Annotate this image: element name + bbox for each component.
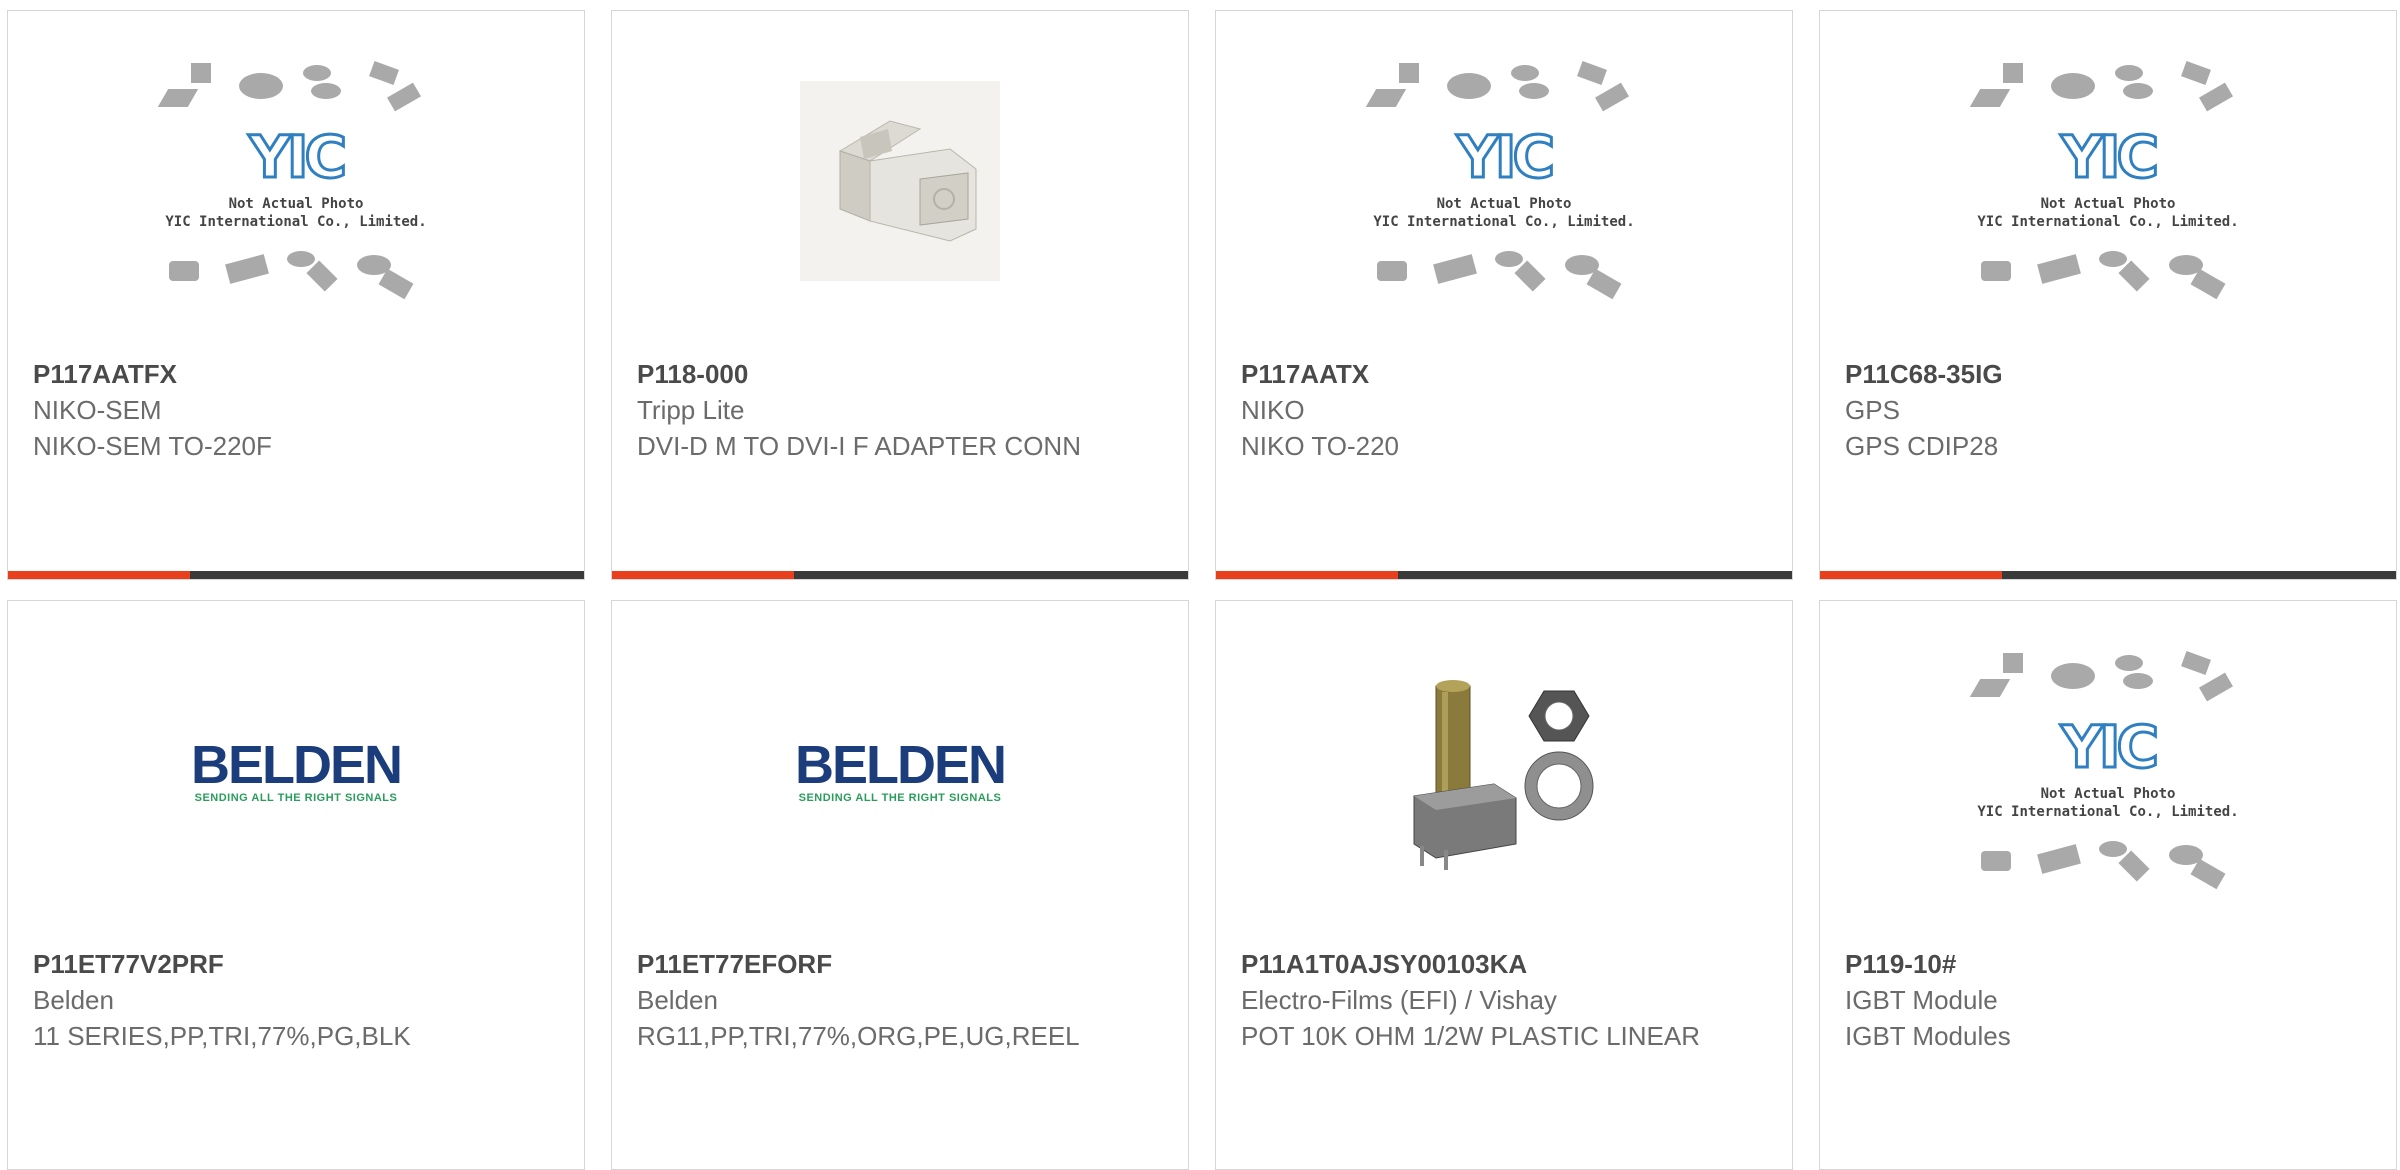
description: GPS CDIP28	[1845, 431, 1999, 461]
card-accent-bar	[612, 571, 1188, 579]
manufacturer: IGBT Module	[1845, 985, 1998, 1015]
yic-placeholder-image: YIC Not Actual Photo YIC International C…	[1969, 61, 2243, 301]
placeholder-caption: Not Actual Photo	[2040, 196, 2176, 212]
yic-placeholder-image: YIC Not Actual Photo YIC International C…	[1365, 61, 1639, 301]
manufacturer: GPS	[1845, 395, 1900, 425]
part-number[interactable]: P11ET77V2PRF	[33, 946, 559, 982]
yic-logo: YIC	[1455, 122, 1556, 193]
product-info: P118-000 Tripp Lite DVI-D M TO DVI-I F A…	[637, 356, 1163, 464]
yic-logo: YIC	[2059, 122, 2160, 193]
yic-logo: YIC	[2059, 712, 2160, 783]
product-image[interactable]: YIC Not Actual Photo YIC International C…	[1216, 11, 1792, 351]
description: NIKO-SEM TO-220F	[33, 431, 272, 461]
placeholder-caption: Not Actual Photo	[228, 196, 364, 212]
yic-placeholder-image: YIC Not Actual Photo YIC International C…	[1969, 651, 2243, 891]
description: NIKO TO-220	[1241, 431, 1399, 461]
dvi-adapter-image	[800, 81, 1000, 281]
product-image[interactable]: YIC Not Actual Photo YIC International C…	[1820, 11, 2396, 351]
placeholder-company: YIC International Co., Limited.	[1977, 804, 2239, 820]
card-accent-bar	[1216, 571, 1792, 579]
placeholder-caption: Not Actual Photo	[2040, 786, 2176, 802]
manufacturer: NIKO	[1241, 395, 1305, 425]
product-info: P117AATX NIKO NIKO TO-220	[1241, 356, 1767, 464]
description: RG11,PP,TRI,77%,ORG,PE,UG,REEL	[637, 1021, 1080, 1051]
product-info: P11ET77EFORF Belden RG11,PP,TRI,77%,ORG,…	[637, 946, 1163, 1054]
product-grid: YIC Not Actual Photo YIC International C…	[0, 0, 2400, 1170]
product-image[interactable]	[1216, 601, 1792, 941]
placeholder-company: YIC International Co., Limited.	[1977, 214, 2239, 230]
product-card[interactable]: YIC Not Actual Photo YIC International C…	[1819, 600, 2397, 1170]
belden-logo-tagline: SENDING ALL THE RIGHT SIGNALS	[798, 792, 1002, 804]
placeholder-caption: Not Actual Photo	[1436, 196, 1572, 212]
part-number[interactable]: P11A1T0AJSY00103KA	[1241, 946, 1767, 982]
product-info: P119-10# IGBT Module IGBT Modules	[1845, 946, 2371, 1054]
part-number[interactable]: P117AATFX	[33, 356, 559, 392]
product-card[interactable]: P11A1T0AJSY00103KA Electro-Films (EFI) /…	[1215, 600, 1793, 1170]
product-info: P11ET77V2PRF Belden 11 SERIES,PP,TRI,77%…	[33, 946, 559, 1054]
belden-logo-word: BELDEN	[794, 735, 1007, 795]
potentiometer-image	[1394, 666, 1614, 876]
belden-logo-word: BELDEN	[190, 735, 403, 795]
description: IGBT Modules	[1845, 1021, 2011, 1051]
product-card[interactable]: YIC Not Actual Photo YIC International C…	[1215, 10, 1793, 580]
manufacturer: Belden	[33, 985, 114, 1015]
belden-logo-image: BELDEN SENDING ALL THE RIGHT SIGNALS	[794, 735, 1007, 804]
description: DVI-D M TO DVI-I F ADAPTER CONN	[637, 431, 1081, 461]
product-card[interactable]: BELDEN SENDING ALL THE RIGHT SIGNALS P11…	[611, 600, 1189, 1170]
product-image[interactable]: BELDEN SENDING ALL THE RIGHT SIGNALS	[8, 601, 584, 941]
manufacturer: Belden	[637, 985, 718, 1015]
manufacturer: NIKO-SEM	[33, 395, 162, 425]
product-image[interactable]: YIC Not Actual Photo YIC International C…	[1820, 601, 2396, 941]
placeholder-company: YIC International Co., Limited.	[1373, 214, 1635, 230]
yic-logo: YIC	[247, 122, 348, 193]
card-accent-bar	[1820, 571, 2396, 579]
product-card[interactable]: BELDEN SENDING ALL THE RIGHT SIGNALS P11…	[7, 600, 585, 1170]
part-number[interactable]: P117AATX	[1241, 356, 1767, 392]
description: POT 10K OHM 1/2W PLASTIC LINEAR	[1241, 1021, 1700, 1051]
product-info: P11C68-35IG GPS GPS CDIP28	[1845, 356, 2371, 464]
manufacturer: Tripp Lite	[637, 395, 745, 425]
belden-logo-image: BELDEN SENDING ALL THE RIGHT SIGNALS	[190, 735, 403, 804]
part-number[interactable]: P119-10#	[1845, 946, 2371, 982]
description: 11 SERIES,PP,TRI,77%,PG,BLK	[33, 1021, 411, 1051]
product-image[interactable]: BELDEN SENDING ALL THE RIGHT SIGNALS	[612, 601, 1188, 941]
product-card[interactable]: P118-000 Tripp Lite DVI-D M TO DVI-I F A…	[611, 10, 1189, 580]
placeholder-company: YIC International Co., Limited.	[165, 214, 427, 230]
part-number[interactable]: P11C68-35IG	[1845, 356, 2371, 392]
belden-logo-tagline: SENDING ALL THE RIGHT SIGNALS	[194, 792, 398, 804]
part-number[interactable]: P11ET77EFORF	[637, 946, 1163, 982]
product-card[interactable]: YIC Not Actual Photo YIC International C…	[7, 10, 585, 580]
product-card[interactable]: YIC Not Actual Photo YIC International C…	[1819, 10, 2397, 580]
product-image[interactable]: YIC Not Actual Photo YIC International C…	[8, 11, 584, 351]
part-number[interactable]: P118-000	[637, 356, 1163, 392]
yic-placeholder-image: YIC Not Actual Photo YIC International C…	[157, 61, 431, 301]
product-image[interactable]	[612, 11, 1188, 351]
card-accent-bar	[8, 571, 584, 579]
manufacturer: Electro-Films (EFI) / Vishay	[1241, 985, 1557, 1015]
product-info: P117AATFX NIKO-SEM NIKO-SEM TO-220F	[33, 356, 559, 464]
product-info: P11A1T0AJSY00103KA Electro-Films (EFI) /…	[1241, 946, 1767, 1054]
